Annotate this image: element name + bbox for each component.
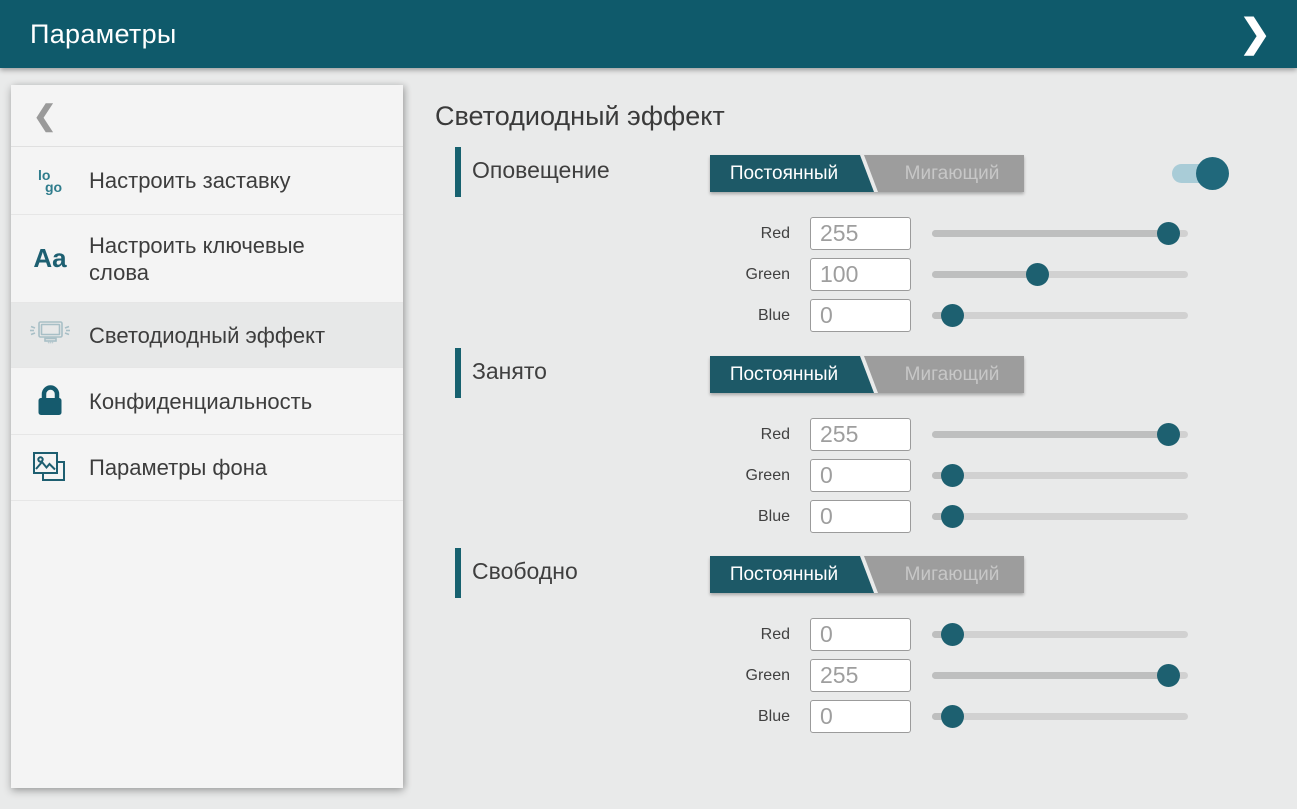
slider-thumb[interactable] [941, 464, 964, 487]
rgb-label: Blue [435, 696, 790, 737]
slider-fill [932, 672, 1168, 679]
blue-value-input[interactable] [810, 299, 911, 332]
notification-enabled-toggle[interactable] [1172, 157, 1226, 190]
led-section-notification: Оповещение Мигающий Постоянный Red Green… [435, 147, 1265, 347]
mode-blinking-button[interactable]: Мигающий [864, 556, 1024, 593]
slider-track [932, 312, 1188, 319]
slider-track [932, 631, 1188, 638]
rgb-label: Green [435, 455, 790, 496]
rgb-row-blue: Blue [435, 295, 1265, 336]
blue-slider[interactable] [932, 696, 1188, 737]
sidebar-collapse-button[interactable]: ❮ [11, 85, 403, 147]
sidebar-item-label: Светодиодный эффект [89, 322, 325, 349]
rgb-row-red: Red [435, 614, 1265, 655]
section-label: Свободно [472, 558, 578, 585]
red-value-input[interactable] [810, 618, 911, 651]
slider-thumb[interactable] [1157, 222, 1180, 245]
led-section-busy: Занято Мигающий Постоянный Red Green Blu… [435, 348, 1265, 548]
section-marker-bar [455, 548, 461, 598]
section-label: Оповещение [472, 157, 610, 184]
slider-thumb[interactable] [941, 705, 964, 728]
green-slider[interactable] [932, 655, 1188, 696]
rgb-row-blue: Blue [435, 696, 1265, 737]
green-value-input[interactable] [810, 659, 911, 692]
slider-track [932, 713, 1188, 720]
background-images-icon [11, 450, 89, 486]
sidebar-item-splash-screen[interactable]: logo Настроить заставку [11, 147, 403, 215]
logo-icon: logo [11, 169, 89, 193]
blue-value-input[interactable] [810, 700, 911, 733]
slider-fill [932, 431, 1168, 438]
mode-segmented-control: Мигающий Постоянный [710, 556, 1024, 593]
back-chevron-icon: ❮ [33, 99, 56, 132]
led-section-free: Свободно Мигающий Постоянный Red Green B… [435, 548, 1265, 748]
red-slider[interactable] [932, 414, 1188, 455]
rgb-row-red: Red [435, 414, 1265, 455]
slider-thumb[interactable] [941, 304, 964, 327]
led-monitor-icon: *** [11, 317, 89, 353]
green-value-input[interactable] [810, 459, 911, 492]
slider-thumb[interactable] [941, 505, 964, 528]
rgb-label: Red [435, 614, 790, 655]
rgb-row-red: Red [435, 213, 1265, 254]
sidebar-item-label: Настроить заставку [89, 167, 291, 194]
blue-slider[interactable] [932, 496, 1188, 537]
settings-sidebar: ❮ logo Настроить заставку Aa Настроить к… [11, 85, 403, 788]
svg-text:***: *** [48, 342, 54, 348]
red-slider[interactable] [932, 213, 1188, 254]
mode-blinking-button[interactable]: Мигающий [864, 356, 1024, 393]
section-marker-bar [455, 147, 461, 197]
rgb-label: Blue [435, 496, 790, 537]
toggle-thumb [1196, 157, 1229, 190]
slider-thumb[interactable] [1157, 423, 1180, 446]
sidebar-item-privacy[interactable]: Конфиденциальность [11, 368, 403, 435]
mode-segmented-control: Мигающий Постоянный [710, 155, 1024, 192]
mode-blinking-button[interactable]: Мигающий [864, 155, 1024, 192]
main-section-title: Светодиодный эффект [435, 101, 725, 132]
red-value-input[interactable] [810, 418, 911, 451]
slider-thumb[interactable] [1157, 664, 1180, 687]
lock-icon [11, 384, 89, 418]
green-slider[interactable] [932, 254, 1188, 295]
green-slider[interactable] [932, 455, 1188, 496]
slider-thumb[interactable] [1026, 263, 1049, 286]
sidebar-item-label: Параметры фона [89, 454, 267, 481]
mode-constant-button[interactable]: Постоянный [710, 356, 874, 393]
sidebar-item-led-effect[interactable]: *** Светодиодный эффект [11, 303, 403, 368]
slider-thumb[interactable] [941, 623, 964, 646]
sidebar-item-keywords[interactable]: Aa Настроить ключевые слова [11, 215, 403, 303]
blue-value-input[interactable] [810, 500, 911, 533]
green-value-input[interactable] [810, 258, 911, 291]
rgb-label: Green [435, 254, 790, 295]
blue-slider[interactable] [932, 295, 1188, 336]
rgb-row-green: Green [435, 254, 1265, 295]
sidebar-item-label: Настроить ключевые слова [89, 232, 319, 286]
section-label: Занято [472, 358, 547, 385]
slider-fill [932, 230, 1168, 237]
app-header: Параметры ❯ [0, 0, 1297, 68]
red-value-input[interactable] [810, 217, 911, 250]
sidebar-item-background[interactable]: Параметры фона [11, 435, 403, 501]
keywords-icon: Aa [11, 243, 89, 274]
slider-track [932, 513, 1188, 520]
rgb-row-blue: Blue [435, 496, 1265, 537]
sidebar-item-label: Конфиденциальность [89, 388, 312, 415]
rgb-label: Green [435, 655, 790, 696]
rgb-label: Red [435, 213, 790, 254]
slider-track [932, 472, 1188, 479]
rgb-row-green: Green [435, 655, 1265, 696]
mode-constant-button[interactable]: Постоянный [710, 556, 874, 593]
mode-constant-button[interactable]: Постоянный [710, 155, 874, 192]
slider-fill [932, 271, 1037, 278]
red-slider[interactable] [932, 614, 1188, 655]
rgb-label: Blue [435, 295, 790, 336]
forward-chevron-icon[interactable]: ❯ [1231, 11, 1279, 57]
page-title: Параметры [30, 19, 177, 50]
mode-segmented-control: Мигающий Постоянный [710, 356, 1024, 393]
section-marker-bar [455, 348, 461, 398]
rgb-label: Red [435, 414, 790, 455]
rgb-row-green: Green [435, 455, 1265, 496]
